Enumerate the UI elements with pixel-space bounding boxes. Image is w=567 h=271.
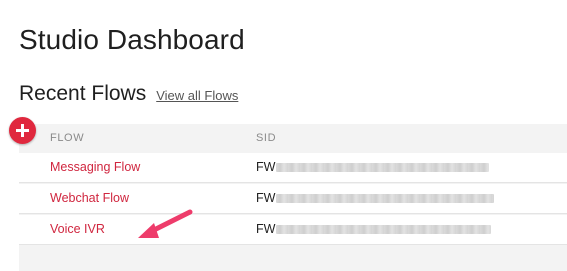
flow-sid: FW xyxy=(256,160,490,174)
add-flow-button[interactable] xyxy=(9,117,36,144)
flow-link[interactable]: Webchat Flow xyxy=(50,191,129,205)
column-header-sid: SID xyxy=(256,132,277,144)
redacted-sid xyxy=(276,162,490,172)
column-header-flow: FLOW xyxy=(50,132,85,144)
arrow-icon xyxy=(138,209,193,238)
sid-prefix: FW xyxy=(256,160,276,174)
table-row: Messaging Flow FW xyxy=(19,153,567,183)
redacted-sid xyxy=(276,193,495,203)
sid-prefix: FW xyxy=(256,191,276,205)
section-title: Recent Flows xyxy=(19,82,147,105)
flow-link[interactable]: Voice IVR xyxy=(50,222,105,236)
flow-sid: FW xyxy=(256,191,495,205)
view-all-flows-link[interactable]: View all Flows xyxy=(156,88,238,103)
flow-sid: FW xyxy=(256,222,492,236)
page-title: Studio Dashboard xyxy=(19,24,245,55)
table-header: FLOW SID xyxy=(19,124,567,152)
sid-prefix: FW xyxy=(256,222,276,236)
redacted-sid xyxy=(276,224,492,234)
table-row: Webchat Flow FW xyxy=(19,184,567,214)
flow-link[interactable]: Messaging Flow xyxy=(50,160,140,174)
recent-flows-header: Recent Flows View all Flows xyxy=(19,82,238,106)
plus-circle-icon xyxy=(16,124,29,137)
table-row: Voice IVR FW xyxy=(19,215,567,245)
